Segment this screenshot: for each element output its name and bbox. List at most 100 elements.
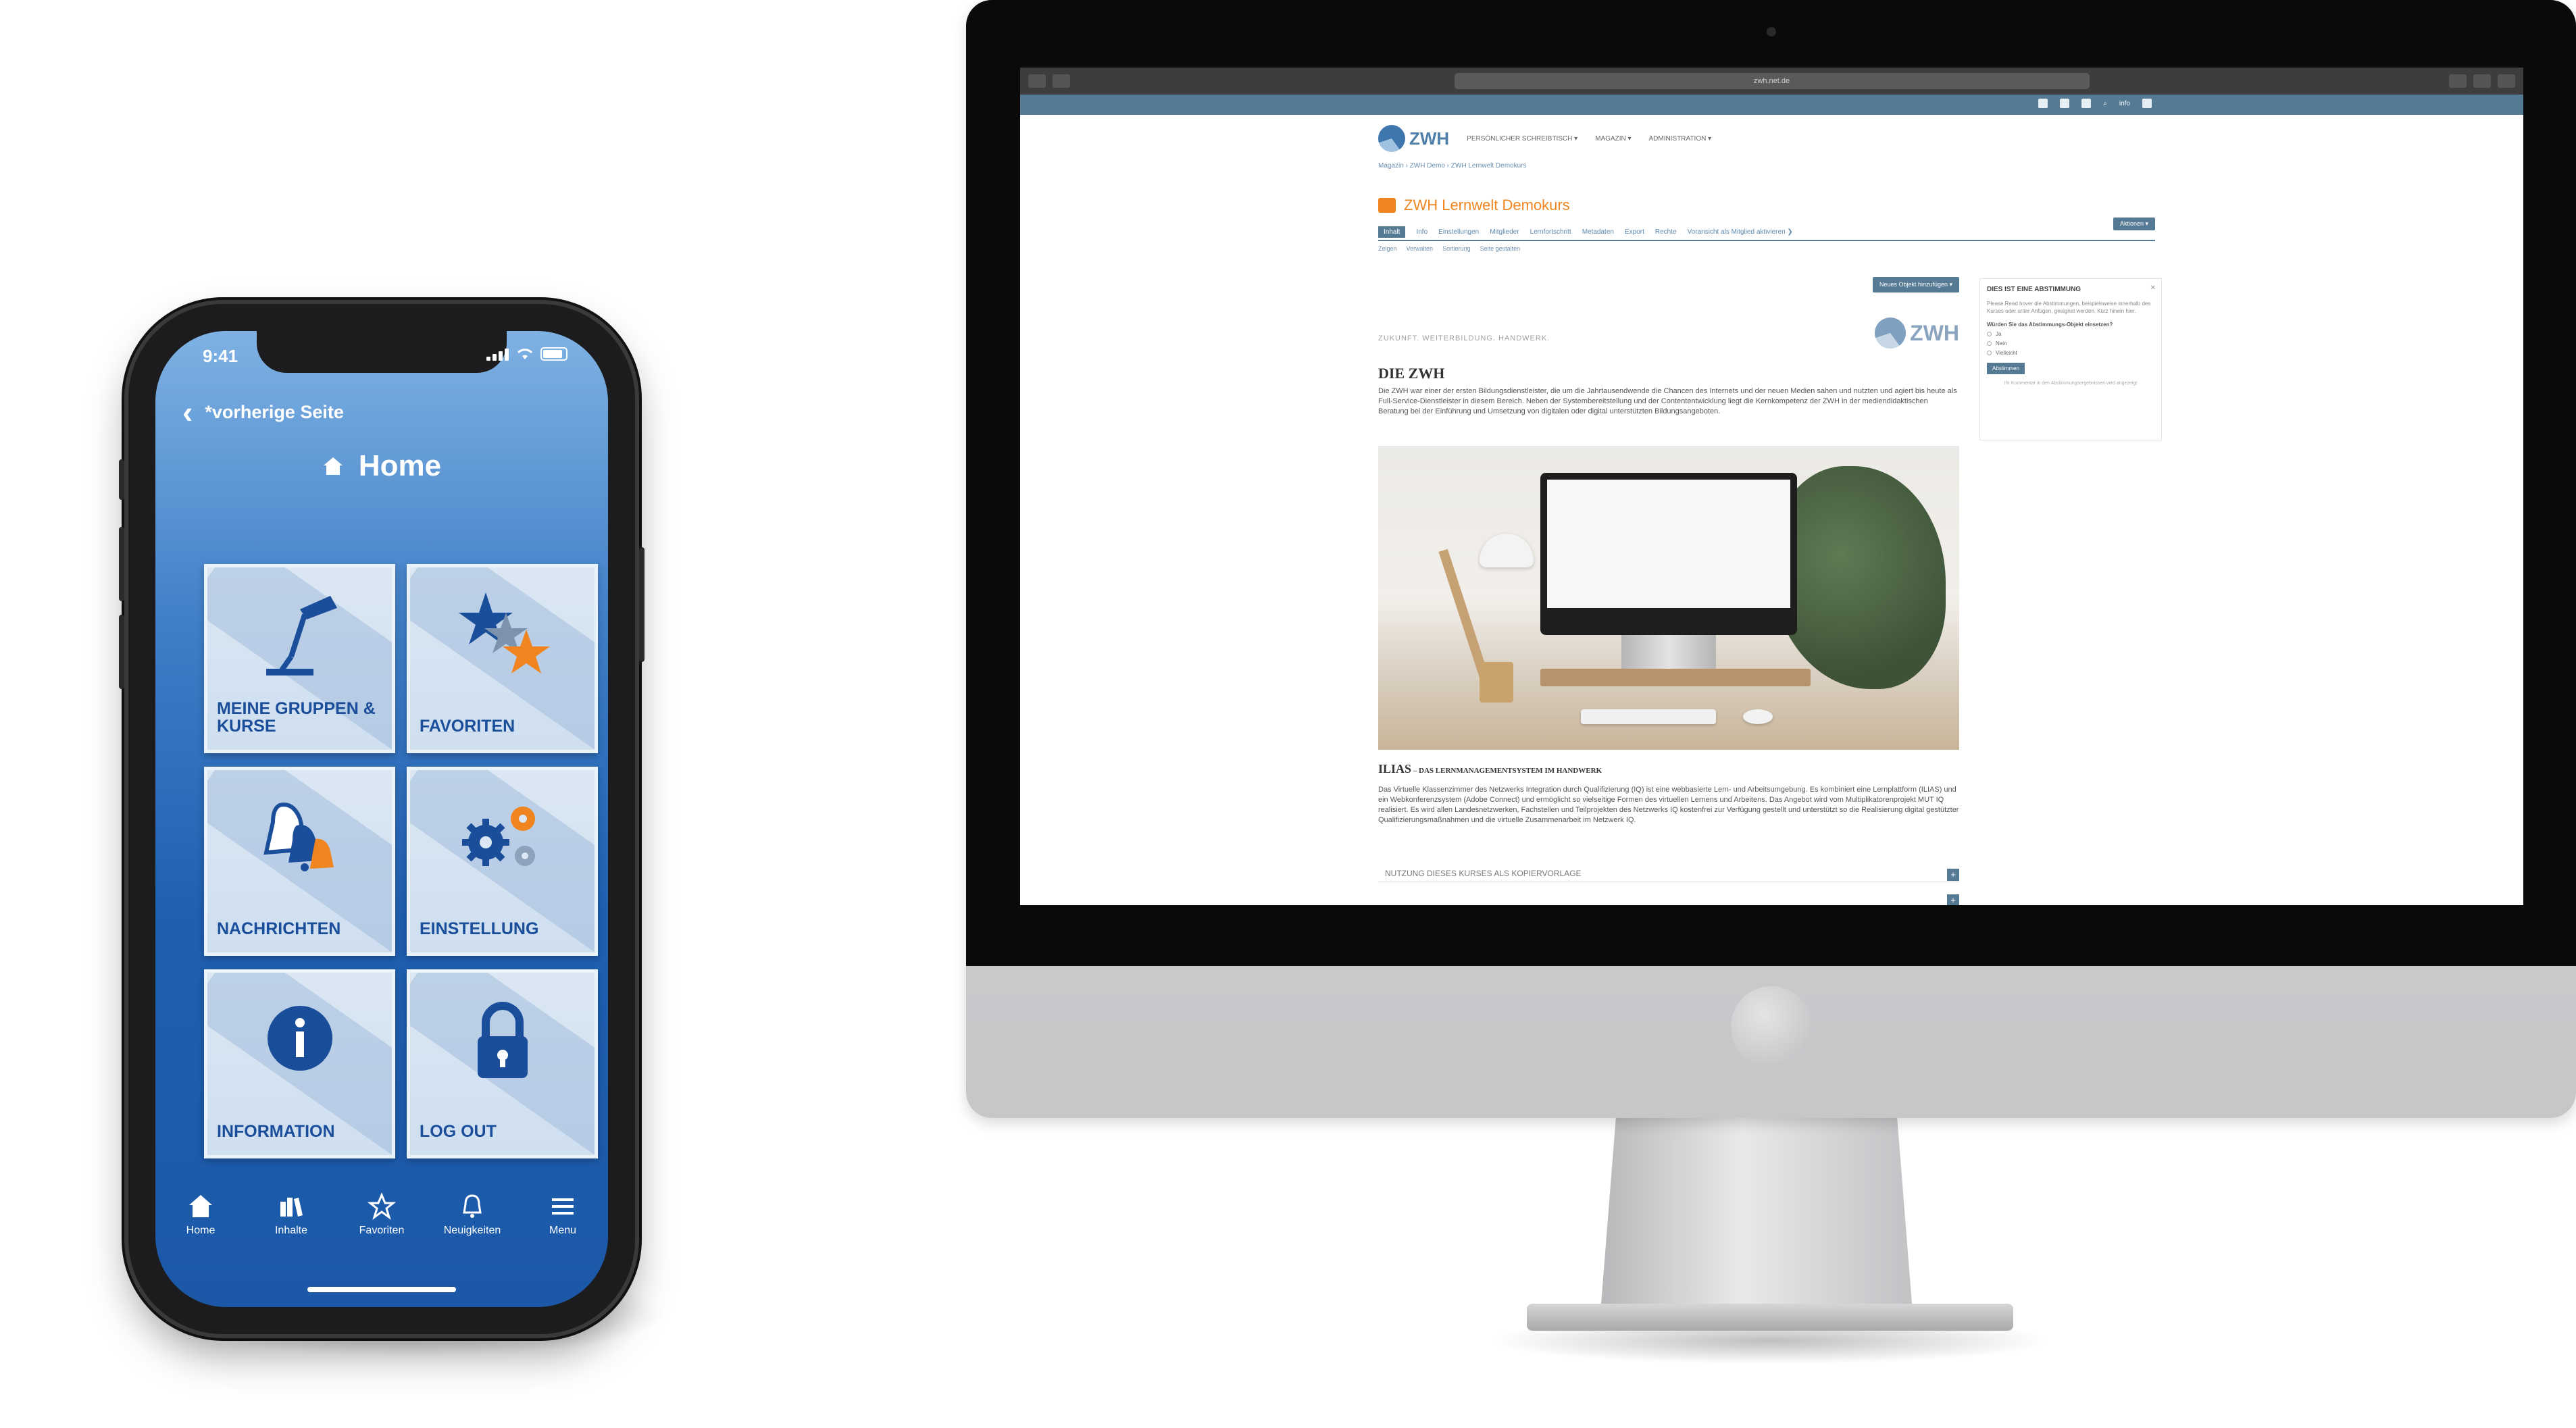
tabs-icon[interactable] bbox=[2473, 74, 2491, 88]
avatar[interactable] bbox=[2142, 99, 2152, 108]
nav-magazine[interactable]: MAGAZIN ▾ bbox=[1595, 135, 1631, 143]
ilias-top-tools: ⌕ info bbox=[2038, 99, 2152, 108]
course-header: Magazin › ZWH Demo › ZWH Lernwelt Demoku… bbox=[1378, 162, 2155, 252]
tile-messages[interactable]: NACHRICHTEN bbox=[204, 767, 395, 956]
radio-icon[interactable] bbox=[1987, 341, 1992, 346]
accordion-2[interactable]: + bbox=[1378, 890, 1959, 905]
notification-icon[interactable] bbox=[2038, 99, 2048, 108]
tab-home[interactable]: Home bbox=[163, 1192, 238, 1253]
monitor-stand-base bbox=[1527, 1304, 2013, 1331]
zwh-logo[interactable]: ZWH bbox=[1378, 125, 1449, 152]
poll-option-no[interactable]: Nein bbox=[1987, 340, 2154, 347]
poll-block: ✕ DIES IST EINE ABSTIMMUNG Please Read h… bbox=[1979, 278, 2162, 440]
subtab-page-design[interactable]: Seite gestalten bbox=[1480, 245, 1521, 252]
photo-mouse bbox=[1743, 709, 1773, 724]
tab-permissions[interactable]: Rechte bbox=[1655, 228, 1677, 236]
home-icon bbox=[189, 1195, 212, 1217]
course-title: ZWH Lernwelt Demokurs bbox=[1404, 197, 1570, 213]
tab-content[interactable]: Inhalt bbox=[1378, 226, 1406, 238]
add-tab-icon[interactable] bbox=[2498, 74, 2515, 88]
smartphone: 9:41 ‹ *vorherige Seite Home MEINE GRUPP… bbox=[119, 304, 645, 1334]
status-icons bbox=[486, 347, 567, 361]
signal-icon bbox=[486, 347, 509, 361]
camera bbox=[1766, 27, 1776, 36]
photo-imac bbox=[1540, 473, 1797, 635]
address-bar[interactable]: zwh.net.de bbox=[1454, 73, 2090, 89]
subtab-sorting[interactable]: Sortierung bbox=[1442, 245, 1471, 252]
tile-label: LOG OUT bbox=[420, 1122, 497, 1141]
logo-text: ZWH bbox=[1910, 320, 1959, 345]
tab-metadata[interactable]: Metadaten bbox=[1582, 228, 1614, 236]
browser-nav-buttons bbox=[1028, 74, 1070, 88]
user-menu[interactable]: info bbox=[2119, 100, 2130, 107]
tile-logout[interactable]: LOG OUT bbox=[407, 969, 598, 1158]
gears-icon bbox=[445, 785, 560, 893]
expand-icon[interactable]: + bbox=[1947, 869, 1959, 881]
course-icon bbox=[1378, 198, 1396, 213]
workspace-photo bbox=[1378, 446, 1959, 750]
expand-icon[interactable]: + bbox=[1947, 894, 1959, 905]
tab-learning-progress[interactable]: Lernfortschritt bbox=[1530, 228, 1571, 236]
radio-icon[interactable] bbox=[1987, 351, 1992, 355]
home-indicator[interactable] bbox=[307, 1287, 456, 1292]
desk-lamp-icon bbox=[243, 582, 357, 690]
browser-toolbar: zwh.net.de bbox=[1020, 68, 2523, 95]
status-time: 9:41 bbox=[203, 346, 238, 366]
bottom-tab-bar: Home Inhalte Favoriten Neuigkeiten Menu bbox=[155, 1192, 608, 1253]
desktop-screen: zwh.net.de ⌕ info ZWH PERSÖNLICHER SCHRE… bbox=[1020, 68, 2523, 905]
poll-option-maybe[interactable]: Vielleicht bbox=[1987, 350, 2154, 356]
tab-members[interactable]: Mitglieder bbox=[1490, 228, 1519, 236]
poll-question: Würden Sie das Abstimmungs-Objekt einset… bbox=[1987, 322, 2113, 328]
contacts-icon[interactable] bbox=[2081, 99, 2092, 108]
tab-favorites[interactable]: Favoriten bbox=[345, 1192, 419, 1253]
power-button bbox=[639, 547, 645, 662]
tagline: ZUKUNFT. WEITERBILDUNG. HANDWERK. bbox=[1378, 334, 1550, 342]
tile-information[interactable]: INFORMATION bbox=[204, 969, 395, 1158]
back-label: *vorherige Seite bbox=[205, 401, 344, 422]
tile-label: FAVORITEN bbox=[420, 717, 515, 736]
mail-icon[interactable] bbox=[2060, 99, 2070, 108]
phone-screen: 9:41 ‹ *vorherige Seite Home MEINE GRUPP… bbox=[155, 331, 608, 1307]
apple-logo-icon bbox=[1730, 986, 1812, 1067]
sidebar-icon[interactable] bbox=[1053, 74, 1070, 88]
poll-option-yes[interactable]: Ja bbox=[1987, 331, 2154, 337]
zwh-logo-icon bbox=[1875, 317, 1906, 349]
share-icon[interactable] bbox=[2449, 74, 2467, 88]
paragraph-zwh: Die ZWH war einer der ersten Bildungsdie… bbox=[1378, 387, 1957, 415]
nav-personal-desk[interactable]: PERSÖNLICHER SCHREIBTISCH ▾ bbox=[1467, 135, 1577, 143]
tile-groups-courses[interactable]: MEINE GRUPPEN & KURSE bbox=[204, 564, 395, 753]
tab-menu[interactable]: Menu bbox=[526, 1192, 600, 1253]
volume-down-button bbox=[119, 615, 124, 689]
back-button[interactable]: ‹ *vorherige Seite bbox=[182, 397, 344, 428]
photo-keyboard bbox=[1581, 709, 1716, 724]
tab-info[interactable]: Info bbox=[1416, 228, 1428, 236]
radio-icon[interactable] bbox=[1987, 332, 1992, 336]
accordion-copy-template[interactable]: NUTZUNG DIESES KURSES ALS KOPIERVORLAGE … bbox=[1378, 865, 1959, 882]
close-icon[interactable]: ✕ bbox=[2150, 284, 2156, 292]
subtab-show[interactable]: Zeigen bbox=[1378, 245, 1397, 252]
tile-favorites[interactable]: FAVORITEN bbox=[407, 564, 598, 753]
books-icon bbox=[280, 1198, 303, 1217]
site-header: ZWH PERSÖNLICHER SCHREIBTISCH ▾ MAGAZIN … bbox=[1378, 122, 2165, 155]
add-object-button[interactable]: Neues Objekt hinzufügen ▾ bbox=[1872, 277, 1959, 292]
tab-contents[interactable]: Inhalte bbox=[254, 1192, 328, 1253]
battery-icon bbox=[540, 347, 567, 361]
tab-settings[interactable]: Einstellungen bbox=[1438, 228, 1479, 236]
tab-news[interactable]: Neuigkeiten bbox=[435, 1192, 509, 1253]
back-icon[interactable] bbox=[1028, 74, 1046, 88]
subtab-manage[interactable]: Verwalten bbox=[1407, 245, 1434, 252]
tile-settings[interactable]: EINSTELLUNG bbox=[407, 767, 598, 956]
tab-export[interactable]: Export bbox=[1625, 228, 1644, 236]
mute-switch bbox=[119, 459, 124, 500]
zwh-logo-icon bbox=[1378, 125, 1405, 152]
actions-dropdown[interactable]: Aktionen ▾ bbox=[2113, 218, 2155, 230]
breadcrumb[interactable]: Magazin › ZWH Demo › ZWH Lernwelt Demoku… bbox=[1378, 162, 2155, 170]
tab-label: Menu bbox=[549, 1225, 577, 1236]
info-icon bbox=[243, 988, 357, 1096]
nav-administration[interactable]: ADMINISTRATION ▾ bbox=[1649, 135, 1712, 143]
search-icon[interactable]: ⌕ bbox=[2103, 100, 2107, 107]
wifi-icon bbox=[516, 347, 534, 361]
vote-button[interactable]: Abstimmen bbox=[1987, 363, 2025, 374]
tab-label: Favoriten bbox=[359, 1225, 405, 1236]
tab-member-view[interactable]: Voransicht als Mitglied aktivieren ❯ bbox=[1688, 228, 1793, 236]
